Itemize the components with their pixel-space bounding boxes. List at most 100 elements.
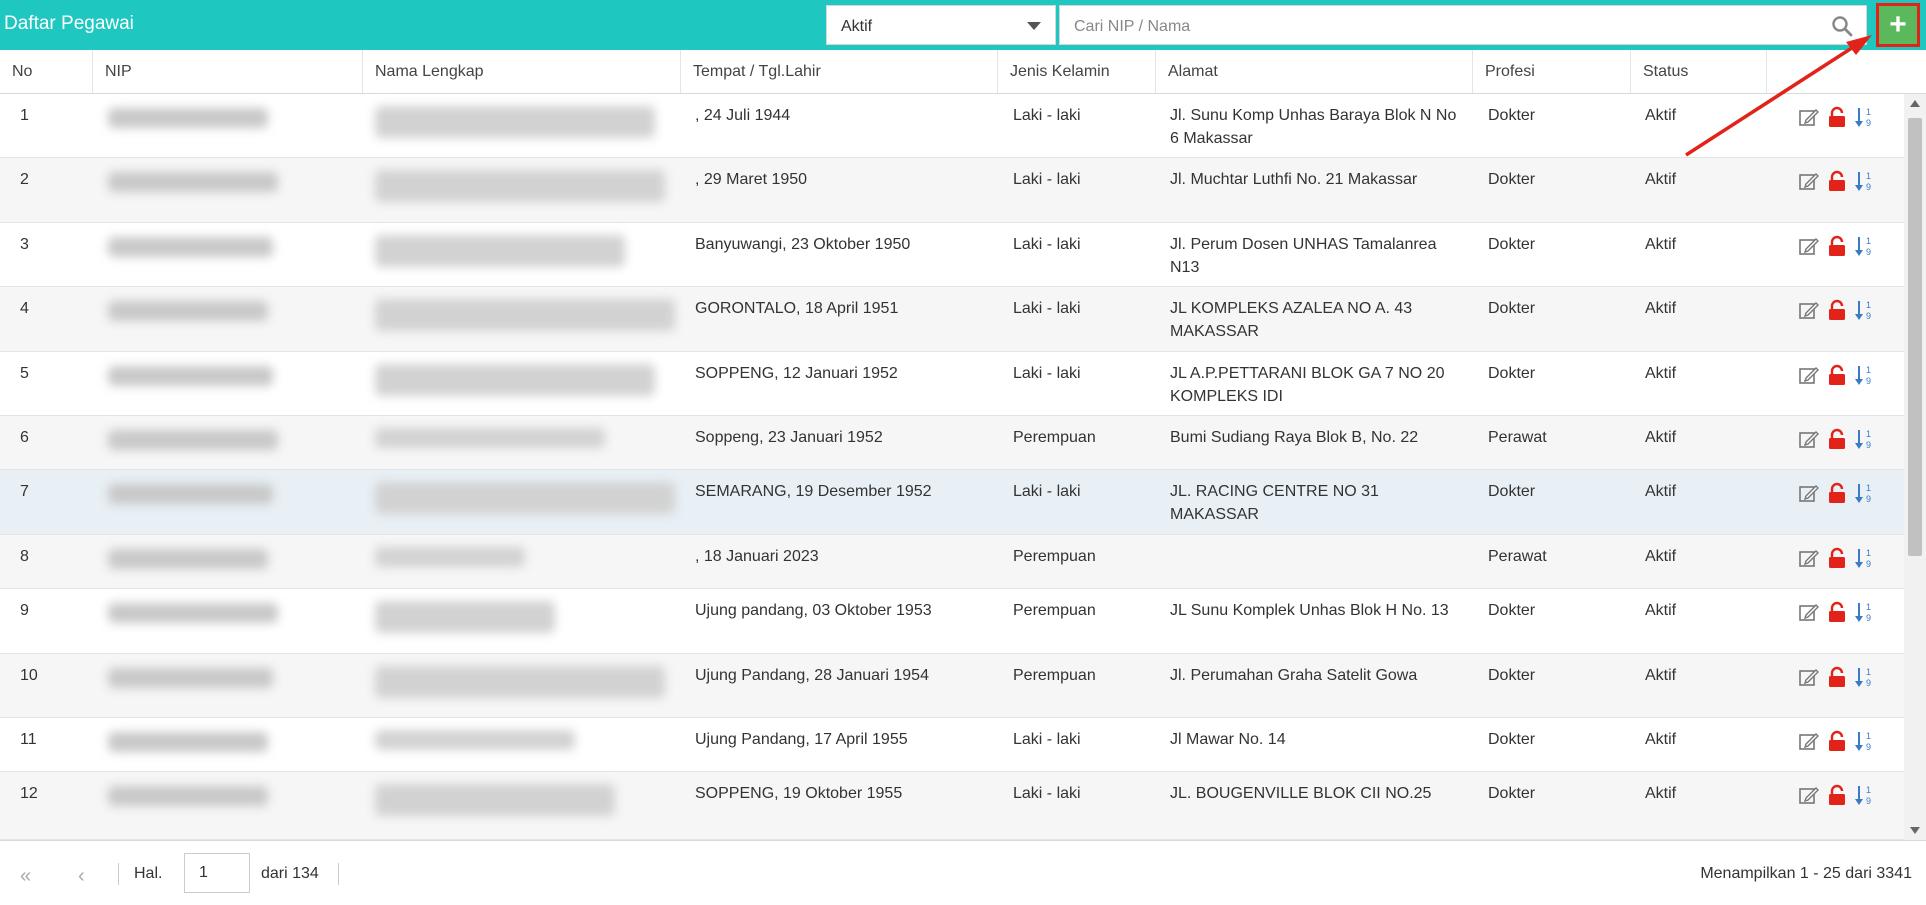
sort-order-icon[interactable]: 19: [1854, 170, 1876, 192]
sort-order-icon[interactable]: 19: [1854, 601, 1876, 623]
cell-tempat-tgl-lahir: SOPPENG, 12 Januari 1952: [695, 365, 898, 382]
table-row[interactable]: 8 , 18 Januari 2023 Perempuan Perawat Aktif 1…: [0, 535, 1904, 589]
sort-order-icon[interactable]: 19: [1854, 666, 1876, 688]
edit-icon[interactable]: [1798, 106, 1820, 128]
chevron-down-icon: [1027, 22, 1041, 30]
page-title: Daftar Pegawai: [4, 13, 134, 34]
sort-order-icon[interactable]: 19: [1854, 235, 1876, 257]
lock-icon[interactable]: [1826, 170, 1848, 192]
col-header-profesi[interactable]: Profesi: [1473, 50, 1631, 93]
pagination-summary: Menampilkan 1 - 25 dari 3341: [1700, 865, 1912, 882]
sort-order-icon[interactable]: 19: [1854, 106, 1876, 128]
cell-nip-redacted: [108, 786, 268, 806]
col-header-jenis-kelamin[interactable]: Jenis Kelamin: [998, 50, 1156, 93]
sort-order-icon[interactable]: 19: [1854, 364, 1876, 386]
svg-text:9: 9: [1866, 494, 1871, 504]
cell-alamat: Jl Mawar No. 14: [1170, 731, 1286, 748]
table-row[interactable]: 7 SEMARANG, 19 Desember 1952 Laki - laki JL…: [0, 470, 1904, 535]
cell-tempat-tgl-lahir: Banyuwangi, 23 Oktober 1950: [695, 236, 911, 253]
table-row[interactable]: 1 , 24 Juli 1944 Laki - laki Jl. Sunu Komp …: [0, 94, 1904, 158]
cell-tempat-tgl-lahir: Ujung pandang, 03 Oktober 1953: [695, 602, 932, 619]
svg-text:1: 1: [1866, 483, 1871, 493]
search-input[interactable]: [1072, 14, 1796, 40]
add-employee-button[interactable]: +: [1876, 3, 1920, 47]
sort-order-icon[interactable]: 19: [1854, 482, 1876, 504]
edit-icon[interactable]: [1798, 666, 1820, 688]
cell-alamat: JL A.P.PETTARANI BLOK GA 7 NO 20 KOMPLEK…: [1170, 365, 1445, 405]
table-row[interactable]: 9 Ujung pandang, 03 Oktober 1953 Perempuan…: [0, 589, 1904, 654]
table-row[interactable]: 3 Banyuwangi, 23 Oktober 1950 Laki - laki J…: [0, 223, 1904, 287]
table-row[interactable]: 11 Ujung Pandang, 17 April 1955 Laki - lak…: [0, 718, 1904, 772]
cell-tempat-tgl-lahir: SOPPENG, 19 Oktober 1955: [695, 785, 903, 802]
cell-no: 4: [20, 300, 29, 317]
lock-icon[interactable]: [1826, 730, 1848, 752]
svg-text:1: 1: [1866, 785, 1871, 795]
edit-icon[interactable]: [1798, 784, 1820, 806]
sort-order-icon[interactable]: 19: [1854, 428, 1876, 450]
sort-order-icon[interactable]: 19: [1854, 730, 1876, 752]
lock-icon[interactable]: [1826, 106, 1848, 128]
edit-icon[interactable]: [1798, 299, 1820, 321]
cell-profesi: Dokter: [1488, 300, 1536, 317]
lock-icon[interactable]: [1826, 364, 1848, 386]
page-total-label: dari 134: [261, 865, 319, 882]
col-header-no[interactable]: No: [0, 50, 93, 93]
cell-tempat-tgl-lahir: , 29 Maret 1950: [695, 171, 808, 188]
header-bar: Daftar Pegawai Aktif +: [0, 0, 1926, 50]
lock-icon[interactable]: [1826, 482, 1848, 504]
lock-icon[interactable]: [1826, 666, 1848, 688]
cell-nip-redacted: [108, 549, 268, 569]
table-row[interactable]: 10 Ujung Pandang, 28 Januari 1954 Perempua…: [0, 654, 1904, 718]
sort-order-icon[interactable]: 19: [1854, 784, 1876, 806]
status-filter-select[interactable]: Aktif: [826, 5, 1056, 45]
table-body: 1 , 24 Juli 1944 Laki - laki Jl. Sunu Komp …: [0, 94, 1904, 840]
col-header-ttl[interactable]: Tempat / Tgl.Lahir: [681, 50, 998, 93]
svg-text:1: 1: [1866, 236, 1871, 246]
row-actions: 19: [1798, 235, 1876, 257]
col-header-nama[interactable]: Nama Lengkap: [363, 50, 681, 93]
search-icon[interactable]: [1830, 14, 1854, 38]
cell-status: Aktif: [1645, 300, 1677, 317]
lock-icon[interactable]: [1826, 235, 1848, 257]
table-row[interactable]: 6 Soppeng, 23 Januari 1952 Perempuan Bumi S…: [0, 416, 1904, 470]
svg-text:9: 9: [1866, 182, 1871, 192]
cell-alamat: Jl. Sunu Komp Unhas Baraya Blok N No 6 M…: [1170, 107, 1457, 147]
scroll-down-icon[interactable]: [1910, 827, 1920, 834]
cell-nip-redacted: [108, 484, 273, 504]
page-number-input[interactable]: [184, 853, 250, 893]
cell-tempat-tgl-lahir: Soppeng, 23 Januari 1952: [695, 429, 883, 446]
svg-text:9: 9: [1866, 613, 1871, 623]
cell-nama-redacted: [375, 299, 675, 331]
edit-icon[interactable]: [1798, 547, 1820, 569]
edit-icon[interactable]: [1798, 235, 1820, 257]
prev-page-icon[interactable]: ‹: [78, 865, 85, 888]
edit-icon[interactable]: [1798, 364, 1820, 386]
edit-icon[interactable]: [1798, 730, 1820, 752]
vertical-scrollbar[interactable]: [1904, 94, 1926, 840]
lock-icon[interactable]: [1826, 428, 1848, 450]
edit-icon[interactable]: [1798, 428, 1820, 450]
edit-icon[interactable]: [1798, 601, 1820, 623]
scroll-up-icon[interactable]: [1910, 100, 1920, 107]
cell-status: Aktif: [1645, 667, 1677, 684]
table-row[interactable]: 12 SOPPENG, 19 Oktober 1955 Laki - laki JL.…: [0, 772, 1904, 840]
edit-icon[interactable]: [1798, 482, 1820, 504]
first-page-icon[interactable]: «: [20, 865, 31, 888]
lock-icon[interactable]: [1826, 601, 1848, 623]
table-row[interactable]: 5 SOPPENG, 12 Januari 1952 Laki - laki JL A…: [0, 352, 1904, 416]
edit-icon[interactable]: [1798, 170, 1820, 192]
table-row[interactable]: 4 GORONTALO, 18 April 1951 Laki - laki JL K…: [0, 287, 1904, 352]
cell-profesi: Dokter: [1488, 785, 1536, 802]
search-box[interactable]: [1059, 5, 1867, 45]
scrollbar-thumb[interactable]: [1908, 118, 1922, 556]
col-header-nip[interactable]: NIP: [93, 50, 363, 93]
lock-icon[interactable]: [1826, 299, 1848, 321]
col-header-alamat[interactable]: Alamat: [1156, 50, 1473, 93]
col-header-status[interactable]: Status: [1631, 50, 1767, 93]
cell-nama-redacted: [375, 428, 605, 448]
sort-order-icon[interactable]: 19: [1854, 299, 1876, 321]
sort-order-icon[interactable]: 19: [1854, 547, 1876, 569]
lock-icon[interactable]: [1826, 784, 1848, 806]
lock-icon[interactable]: [1826, 547, 1848, 569]
table-row[interactable]: 2 , 29 Maret 1950 Laki - laki Jl. Muchtar L…: [0, 158, 1904, 223]
